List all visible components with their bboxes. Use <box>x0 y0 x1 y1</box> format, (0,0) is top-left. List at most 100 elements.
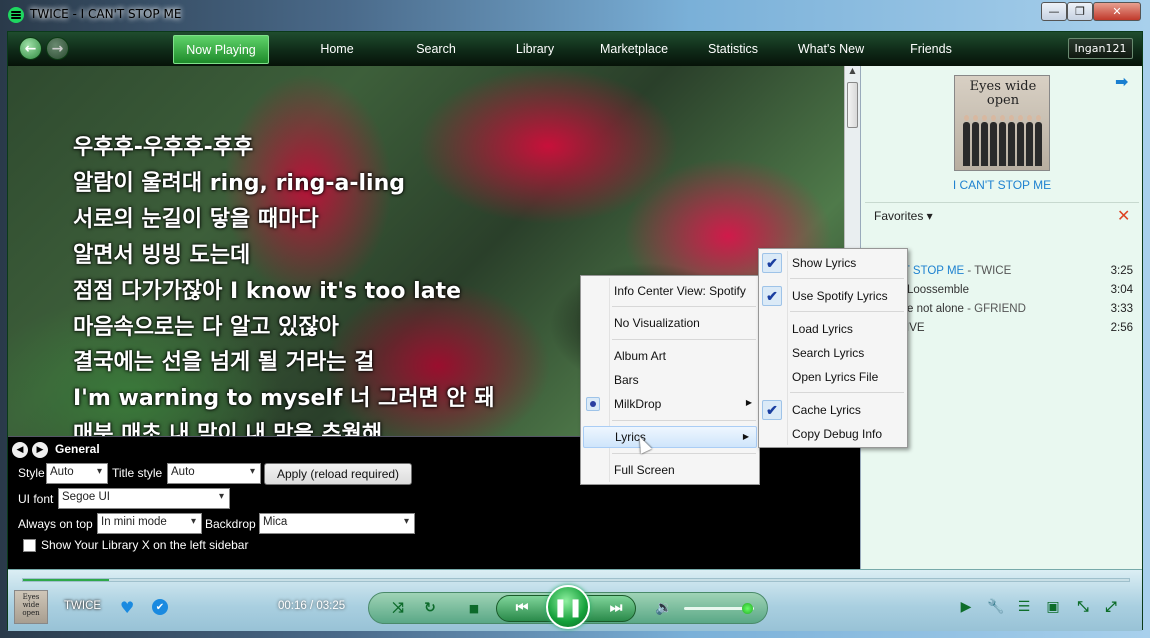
nav-bar: ← → Now Playing Home Search Library Mark… <box>8 32 1142 66</box>
back-arrow-icon[interactable]: ← <box>19 37 42 60</box>
tab-now-playing[interactable]: Now Playing <box>173 35 269 64</box>
fullscreen-icon[interactable]: ⤢ <box>1102 598 1120 616</box>
menu-item-full-screen[interactable]: Full Screen <box>581 459 759 481</box>
window-title: TWICE - I CAN'T STOP ME <box>30 7 182 21</box>
style-select[interactable]: Auto <box>46 463 108 484</box>
minimize-button[interactable]: — <box>1041 2 1067 21</box>
always-on-top-label: Always on top <box>18 517 93 531</box>
title-bar: TWICE - I CAN'T STOP ME — ❐ ✕ <box>0 0 1150 30</box>
always-on-top-select[interactable]: In mini mode <box>97 513 202 534</box>
menu-item-milkdrop[interactable]: MilkDrop ▶ <box>581 393 759 415</box>
pause-button[interactable]: ❚❚ <box>546 585 590 629</box>
menu-separator <box>612 453 756 454</box>
backdrop-label: Backdrop <box>205 517 256 531</box>
lyric-line: 결국에는 선을 넘게 될 거라는 걸 <box>73 350 375 376</box>
track-title: Loossemble <box>907 284 970 296</box>
settings-section-title: General <box>55 442 100 456</box>
track-duration: 3:33 <box>1110 303 1133 315</box>
clear-icon[interactable]: ✕ <box>1117 206 1130 225</box>
now-playing-view-icon[interactable]: ▶ <box>957 598 975 616</box>
menu-item-cache-lyrics[interactable]: ✔ Cache Lyrics <box>759 399 907 421</box>
lyric-line: 알면서 빙빙 도는데 <box>73 242 251 268</box>
user-button[interactable]: Ingan121 <box>1068 38 1133 59</box>
player-bar: Eyes wide open TWICE ♥ ✔ 00:16 / 03:25 ⤨… <box>8 569 1142 631</box>
lyric-line: 마음속으로는 다 알고 있잖아 <box>73 314 339 340</box>
tab-marketplace[interactable]: Marketplace <box>588 32 680 66</box>
tab-home[interactable]: Home <box>297 32 377 66</box>
lyrics-display: 우후후-우후후-후후 알람이 울려대 ring, ring-a-ling 서로의 눈… <box>73 130 495 436</box>
menu-item-copy-debug-info[interactable]: Copy Debug Info <box>759 423 907 445</box>
apply-button[interactable]: Apply (reload required) <box>264 463 412 485</box>
forward-arrow-icon[interactable]: → <box>46 37 69 60</box>
next-track-icon[interactable]: ⏭ <box>602 599 630 617</box>
menu-separator <box>790 392 904 393</box>
mini-mode-icon[interactable]: ⤡ <box>1074 598 1092 616</box>
tab-whats-new[interactable]: What's New <box>788 32 874 66</box>
scroll-up-arrow-icon[interactable]: ▲ <box>845 66 860 80</box>
tab-friends[interactable]: Friends <box>891 32 971 66</box>
scrollbar-thumb[interactable] <box>847 82 858 128</box>
menu-item-search-lyrics[interactable]: Search Lyrics <box>759 342 907 364</box>
title-style-select[interactable]: Auto <box>167 463 261 484</box>
tab-search[interactable]: Search <box>396 32 476 66</box>
menu-item-bars[interactable]: Bars <box>581 369 759 391</box>
wrench-icon[interactable]: 🔧 <box>987 598 1005 616</box>
favorites-dropdown[interactable]: Favorites ▾ <box>874 209 933 223</box>
lyric-line: 점점 다가가잖아 I know it's too late <box>73 278 462 304</box>
tab-statistics[interactable]: Statistics <box>693 32 773 66</box>
close-button[interactable]: ✕ <box>1093 2 1141 21</box>
next-arrow-icon[interactable]: ➡ <box>1115 72 1128 91</box>
queue-icon[interactable]: ☰ <box>1015 598 1033 616</box>
library-x-label: Show Your Library X on the left sidebar <box>41 538 249 552</box>
menu-item-use-spotify-lyrics[interactable]: ✔ Use Spotify Lyrics <box>759 285 907 307</box>
devices-icon[interactable]: ▣ <box>1044 598 1062 616</box>
library-x-checkbox[interactable] <box>23 539 36 552</box>
track-duration: 3:25 <box>1110 265 1133 277</box>
checkmark-icon: ✔ <box>762 286 782 306</box>
album-art-title: Eyes wide open <box>969 79 1037 108</box>
menu-separator <box>612 306 756 307</box>
app-window: ← → Now Playing Home Search Library Mark… <box>7 31 1143 631</box>
radio-selected-icon <box>586 397 600 411</box>
menu-item-open-lyrics-file[interactable]: Open Lyrics File <box>759 366 907 388</box>
track-title-link[interactable]: I CAN'T STOP ME <box>861 178 1143 192</box>
seek-bar[interactable] <box>22 578 1130 582</box>
check-circle-icon[interactable]: ✔ <box>152 599 168 615</box>
menu-item-load-lyrics[interactable]: Load Lyrics <box>759 318 907 340</box>
next-page-button[interactable]: ▶ <box>32 442 48 458</box>
previous-track-icon[interactable]: ⏮ <box>508 599 536 617</box>
artist-name[interactable]: TWICE <box>64 600 101 612</box>
menu-item-show-lyrics[interactable]: ✔ Show Lyrics <box>759 252 907 274</box>
menu-separator <box>612 420 756 421</box>
album-art[interactable]: Eyes wide open <box>954 75 1050 171</box>
menu-separator <box>790 278 904 279</box>
mini-album-art[interactable]: Eyes wide open <box>14 590 48 624</box>
repeat-icon[interactable]: ↻ <box>420 599 440 617</box>
divider <box>865 202 1139 203</box>
menu-item-info-center-view[interactable]: Info Center View: Spotify <box>581 280 759 302</box>
seek-bar-fill <box>23 579 110 581</box>
ui-font-select[interactable]: Segoe UI <box>58 488 230 509</box>
time-readout: 00:16 / 03:25 <box>278 600 346 612</box>
prev-page-button[interactable]: ◀ <box>12 442 28 458</box>
volume-slider-knob[interactable] <box>742 603 753 614</box>
menu-item-album-art[interactable]: Album Art <box>581 345 759 367</box>
lyrics-submenu: ✔ Show Lyrics ✔ Use Spotify Lyrics Load Ly… <box>758 248 908 448</box>
tab-library[interactable]: Library <box>495 32 575 66</box>
menu-item-lyrics[interactable]: Lyrics ▶ <box>583 426 757 448</box>
lyric-line: 서로의 눈길이 닿을 때마다 <box>73 206 319 232</box>
backdrop-select[interactable]: Mica <box>259 513 415 534</box>
style-label: Style <box>18 466 45 480</box>
checkmark-icon: ✔ <box>762 253 782 273</box>
visualization-context-menu: Info Center View: Spotify No Visualizati… <box>580 275 760 485</box>
heart-icon[interactable]: ♥ <box>120 598 134 617</box>
stop-icon[interactable]: ■ <box>464 599 484 617</box>
track-duration: 3:04 <box>1110 284 1133 296</box>
lyric-line: 우후후-우후후-후후 <box>73 135 254 160</box>
menu-item-no-visualization[interactable]: No Visualization <box>581 312 759 334</box>
maximize-button[interactable]: ❐ <box>1067 2 1093 21</box>
track-title: e not alone - GFRIEND <box>907 303 1026 315</box>
volume-icon[interactable]: 🔉 <box>654 599 674 617</box>
menu-separator <box>612 339 756 340</box>
shuffle-icon[interactable]: ⤨ <box>388 599 408 617</box>
